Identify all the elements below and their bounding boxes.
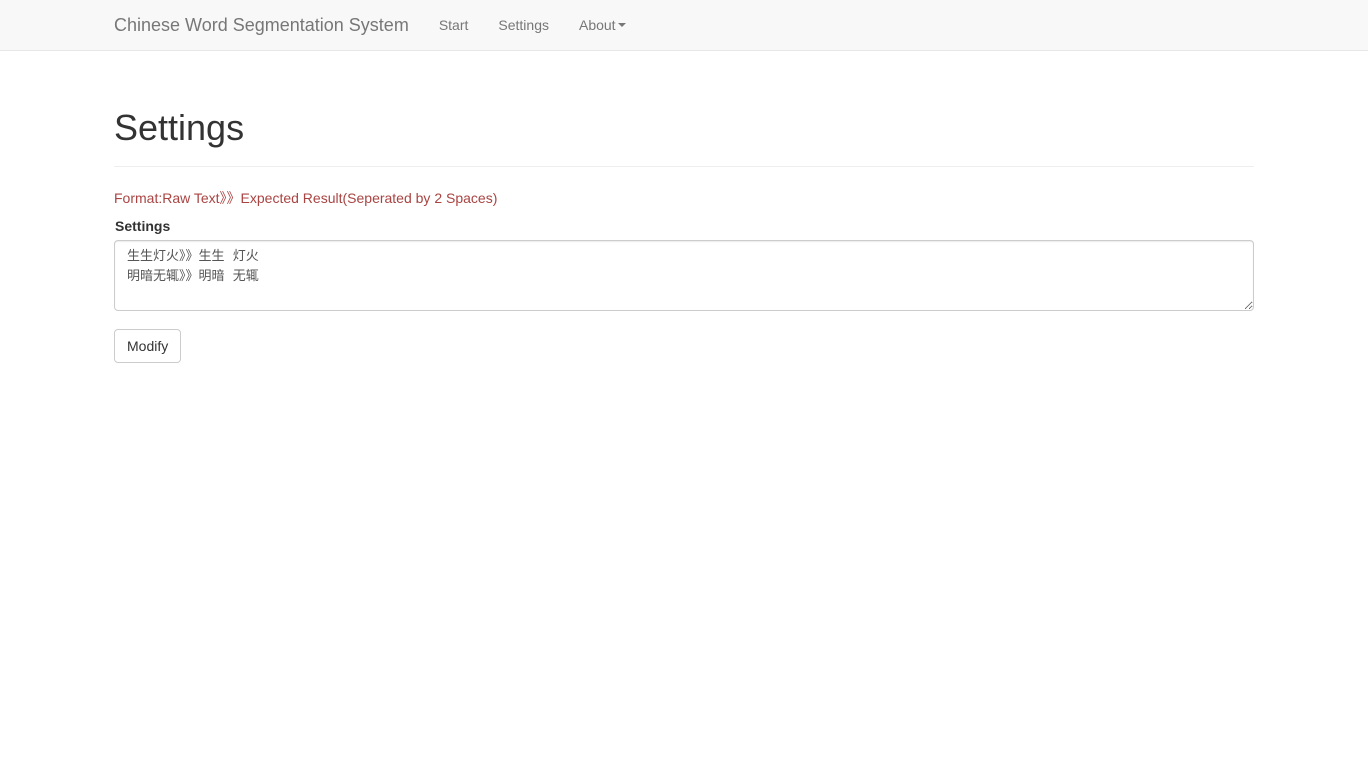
- navbar-brand[interactable]: Chinese Word Segmentation System: [114, 15, 409, 36]
- nav-link-settings[interactable]: Settings: [483, 0, 564, 50]
- main-container: Settings Format:Raw Text》》Expected Resul…: [114, 51, 1254, 364]
- settings-field-label: Settings: [115, 218, 171, 235]
- navbar: Chinese Word Segmentation System Start S…: [0, 0, 1368, 51]
- caret-down-icon: [617, 23, 626, 27]
- settings-textarea[interactable]: 生生灯火》》生生 灯火 明暗无辄》》明暗 无辄: [114, 240, 1254, 312]
- page-header: Settings: [114, 108, 1254, 167]
- nav-dropdown-about-label: About: [578, 17, 616, 33]
- page-title: Settings: [114, 107, 245, 148]
- navbar-inner: Chinese Word Segmentation System Start S…: [114, 0, 641, 50]
- nav-dropdown-about[interactable]: About: [564, 0, 641, 50]
- format-hint: Format:Raw Text》》Expected Result(Seperat…: [114, 189, 498, 206]
- modify-button[interactable]: Modify: [114, 329, 182, 364]
- nav-link-start[interactable]: Start: [424, 0, 484, 50]
